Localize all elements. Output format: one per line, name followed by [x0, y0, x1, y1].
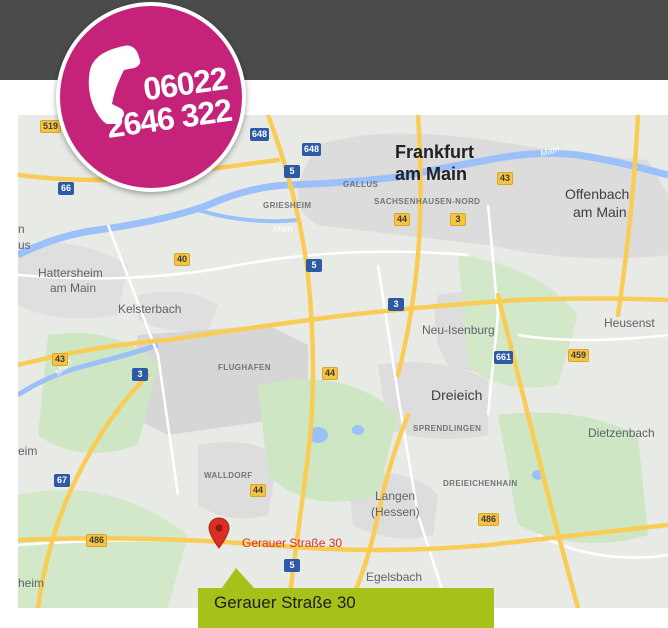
road-shield: 648: [302, 143, 322, 156]
address-callout: Gerauer Straße 30: [198, 588, 494, 628]
road-shield: 44: [322, 367, 339, 380]
pin-label: Gerauer Straße 30: [242, 536, 343, 550]
road-shield: 67: [54, 474, 70, 487]
phone-badge[interactable]: 06022 2646 322: [56, 2, 246, 192]
place-langen-hessen: (Hessen): [371, 505, 420, 519]
place-langen: Langen: [375, 489, 416, 503]
road-shield: 40: [174, 253, 191, 266]
road-shield: 661: [494, 351, 514, 364]
road-shield: 459: [568, 349, 590, 362]
district-walldorf: WALLDORF: [204, 471, 253, 480]
road-shield: 486: [86, 534, 108, 547]
place-edge-heim-bottom: heim: [18, 576, 45, 590]
road-shield: 44: [250, 484, 267, 497]
place-edge-us: us: [18, 238, 31, 252]
district-sprendlingen: SPRENDLINGEN: [413, 424, 482, 433]
road-shield: 44: [394, 213, 411, 226]
road-shield: 43: [497, 172, 514, 185]
road-shield: 43: [52, 353, 69, 366]
road-shield: 3: [450, 213, 466, 226]
place-dietzenbach: Dietzenbach: [588, 426, 655, 440]
map-view[interactable]: Frankfurt am Main Offenbach am Main Hatt…: [18, 115, 668, 608]
district-dreieichenhain: DREIEICHENHAIN: [443, 479, 518, 488]
road-shield: 5: [284, 165, 300, 178]
place-dreieich: Dreieich: [431, 387, 483, 403]
place-neu-isenburg: Neu-Isenburg: [422, 323, 495, 337]
callout-pointer: [222, 568, 254, 588]
road-shield: 519: [40, 120, 62, 133]
location-pin-icon[interactable]: [208, 517, 230, 549]
road-shield: 66: [58, 182, 74, 195]
district-griesheim: GRIESHEIM: [263, 201, 312, 210]
place-edge-n: n: [18, 222, 25, 236]
district-gallus: GALLUS: [343, 180, 379, 189]
road-shield: 3: [132, 368, 148, 381]
place-hattersheim: Hattersheim: [38, 266, 103, 280]
place-edge-heim: eim: [18, 444, 38, 458]
river-main-label: Main: [273, 224, 293, 234]
district-sachsenhausen-nord: SACHSENHAUSEN-NORD: [374, 197, 481, 206]
place-offenbach-am-main: am Main: [573, 204, 627, 220]
place-frankfurt-am-main: am Main: [395, 164, 468, 184]
place-hattersheim-am-main: am Main: [50, 281, 97, 295]
place-heusenstamm: Heusenst: [604, 316, 655, 330]
road-shield: 648: [250, 128, 270, 141]
road-shield: 486: [478, 513, 500, 526]
district-flughafen: FLUGHAFEN: [218, 363, 271, 372]
place-kelsterbach: Kelsterbach: [118, 302, 182, 316]
place-egelsbach: Egelsbach: [366, 570, 423, 584]
place-frankfurt: Frankfurt: [395, 142, 475, 162]
road-shield: 5: [284, 559, 300, 572]
road-shield: 3: [388, 298, 404, 311]
road-shield: 5: [306, 259, 322, 272]
place-offenbach: Offenbach: [565, 186, 630, 202]
